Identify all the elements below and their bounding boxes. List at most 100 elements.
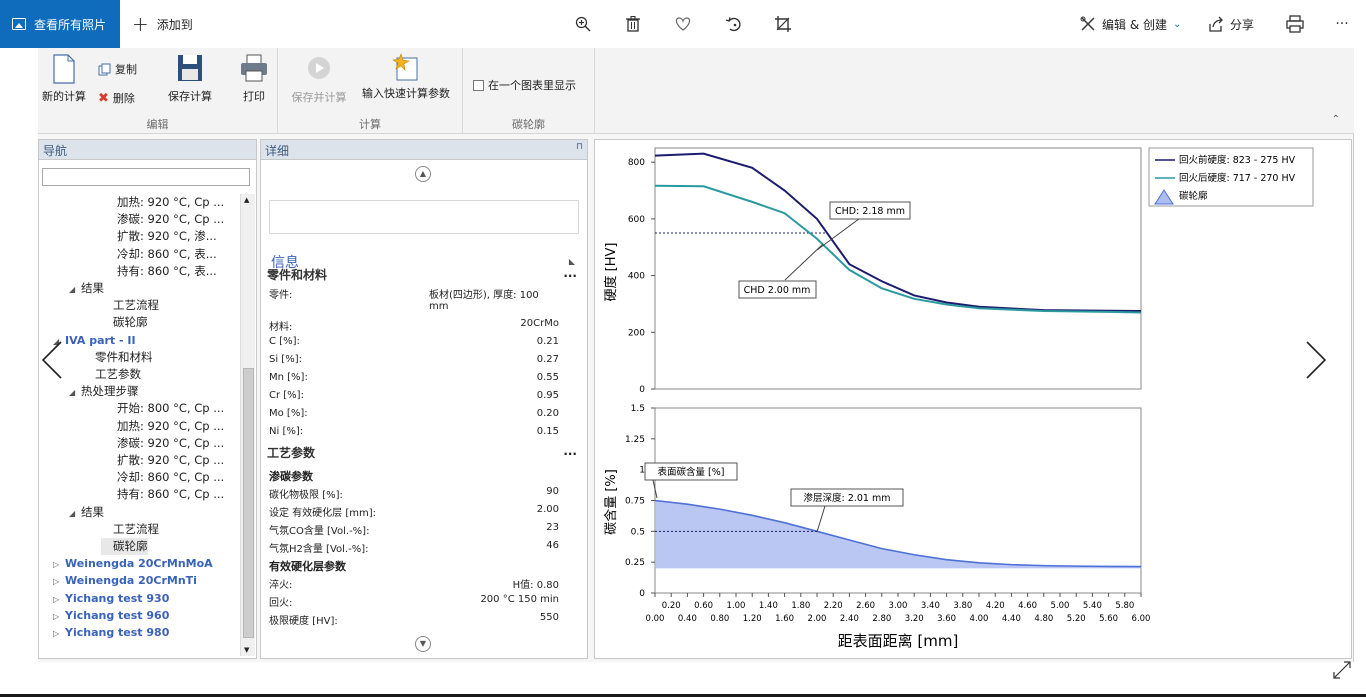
scroll-up-circle-icon[interactable]: ▲ [415,166,431,182]
more-button[interactable]: ··· [1330,12,1354,36]
section-menu-icon[interactable]: ... [563,266,577,280]
save-and-calc-button[interactable]: 保存并计算 [288,56,350,105]
delete-button[interactable]: ✖ 删除 [98,90,135,106]
section-menu-icon[interactable]: ... [563,444,577,458]
x-tick-label-upper: 4.20 [986,601,1005,611]
nav-tree-label: Weinengda 20CrMnMoA [65,557,213,571]
nav-tree-item[interactable]: ▷ Yichang test 930 [53,590,169,607]
nav-tree-item[interactable]: ▷ Yichang test 980 [53,624,169,641]
quick-params-button[interactable]: 输入快速计算参数 [358,52,454,101]
nav-tree-item[interactable]: ◢ 结果 [69,280,104,297]
share-label: 分享 [1230,17,1255,32]
details-row: Mn [%]: 0.55 [269,372,559,390]
expander-icon[interactable]: ◢ [69,505,81,522]
next-photo-icon[interactable] [1304,340,1328,390]
edit-create-button[interactable]: 编辑 & 创建 ⌄ [1080,0,1181,48]
x-tick-label-lower: 0.80 [710,614,729,624]
details-section-heading: 零件和材料 [267,268,328,282]
nav-tree-item[interactable]: ▷ Weinengda 20CrMnMoA [53,555,213,572]
details-key: Si [%]: [269,354,302,365]
collapse-ribbon-icon[interactable]: ⌃ [1332,114,1340,125]
details-row: Mo [%]: 0.20 [269,408,559,426]
save-calc-button[interactable]: 保存计算 [162,54,218,104]
new-calc-button[interactable]: 新的计算 [38,54,90,104]
nav-tree-item[interactable]: 加热: 920 °C, Cp ... [105,418,224,435]
nav-tree-item[interactable]: 扩散: 920 °C, Cp ... [105,452,224,469]
share-button[interactable]: 分享 [1208,0,1254,48]
expander-icon[interactable]: ▷ [53,608,65,625]
new-calc-label: 新的计算 [42,90,86,103]
scroll-down-icon[interactable]: ▼ [244,646,249,654]
nav-tree-item[interactable]: 工艺流程 [101,521,159,538]
y-tick-label: 400 [628,272,645,282]
details-value: 0.20 [536,408,559,419]
expander-icon[interactable]: ▷ [53,556,65,573]
x-tick-label-upper: 3.00 [889,601,908,611]
fullscreen-icon[interactable] [1332,660,1352,683]
previous-photo-icon[interactable] [40,340,64,390]
nav-tree-item[interactable]: 渗碳: 920 °C, Cp ... [105,211,224,228]
x-tick-label-upper: 3.40 [921,601,940,611]
view-all-photos-button[interactable]: 查看所有照片 [0,0,120,48]
nav-tree-item[interactable]: 加热: 920 °C, Cp ... [105,194,224,211]
nav-tree-item[interactable]: 扩散: 920 °C, 渗... [105,228,217,245]
legend-label: 回火前硬度: 823 - 275 HV [1179,154,1296,166]
x-tick-label-upper: 5.80 [1115,601,1134,611]
nav-scrollbar[interactable]: ▲ ▼ [240,194,255,656]
nav-tree-item[interactable]: 工艺流程 [101,297,159,314]
scroll-up-icon[interactable]: ▲ [244,196,249,204]
details-key: 淬火: [269,580,293,591]
ribbon: 新的计算 复制 ✖ 删除 保存计算 打印 编辑 保存并计算 输入快速计算参数 计… [38,48,1354,134]
collapse-info-icon[interactable]: ◣ [569,257,575,266]
nav-search-input[interactable] [42,168,250,186]
nav-tree-item[interactable]: 渗碳: 920 °C, Cp ... [105,435,224,452]
print-icon[interactable] [1283,12,1307,36]
expander-icon[interactable]: ▷ [53,573,65,590]
nav-tree-item[interactable]: 冷却: 860 °C, 表... [105,246,217,263]
expander-icon[interactable]: ◢ [69,384,81,401]
nav-tree-item[interactable]: 工艺参数 [83,366,141,383]
copy-icon [98,63,111,75]
nav-tree-item[interactable]: ◢ 热处理步骤 [69,383,139,400]
nav-tree-item[interactable]: 开始: 800 °C, Cp ... [105,400,224,417]
details-body: ▲ 信息 ◣ ▼ 零件和材料... 零件: 板材(四边形), 厚度: 100 mm 材… [261,160,587,658]
nav-tree-item[interactable]: 零件和材料 [83,349,153,366]
nav-tree-item[interactable]: 碳轮廓 [101,314,148,331]
nav-tree-item[interactable]: 冷却: 860 °C, Cp ... [105,469,224,486]
print-button[interactable]: 打印 [234,54,274,104]
nav-tree-label: 冷却: 860 °C, 表... [117,246,217,261]
details-key: Ni [%]: [269,426,304,437]
nav-tree-label: Yichang test 930 [65,591,170,605]
ribbon-group-calc: 保存并计算 输入快速计算参数 计算 [278,48,463,134]
nav-tree-item[interactable]: ◢ IVA part - II [53,332,136,349]
zoom-in-icon[interactable] [571,12,595,36]
scroll-thumb[interactable] [243,368,254,638]
nav-tree-item[interactable]: ◢ 结果 [69,504,104,521]
add-to-button[interactable]: + 添加到 [132,0,193,48]
y-tick-label: 200 [628,328,645,338]
nav-tree-label: 冷却: 860 °C, Cp ... [117,470,225,485]
expander-icon[interactable]: ▷ [53,591,65,608]
expander-icon[interactable]: ▷ [53,625,65,642]
x-tick-label-upper: 5.40 [1083,601,1102,611]
one-chart-checkbox[interactable]: 在一个图表里显示 [473,77,576,93]
nav-tree-item[interactable]: 碳轮廓 [101,538,148,555]
pin-icon[interactable]: ⊓ [576,142,583,157]
nav-tree-label: Yichang test 980 [65,626,170,639]
nav-tree-item[interactable]: 持有: 860 °C, Cp ... [105,486,224,503]
delete-icon[interactable] [621,12,645,36]
y-tick-label: 1 [639,466,645,476]
crop-icon[interactable] [771,12,795,36]
nav-tree-label: 加热: 920 °C, Cp ... [117,195,225,209]
favorite-heart-icon[interactable] [671,12,695,36]
share-icon [1209,16,1223,32]
scroll-down-circle-icon[interactable]: ▼ [415,636,431,652]
nav-tree-item[interactable]: ▷ Weinengda 20CrMnTi [53,572,197,589]
details-key: C [%]: [269,336,300,347]
nav-tree-item[interactable]: 持有: 860 °C, 表... [105,263,217,280]
nav-tree-item[interactable]: ▷ Yichang test 960 [53,607,169,624]
rotate-icon[interactable] [722,12,746,36]
copy-button[interactable]: 复制 [98,61,137,77]
x-tick-label-lower: 3.60 [937,614,956,624]
expander-icon[interactable]: ◢ [69,281,81,298]
